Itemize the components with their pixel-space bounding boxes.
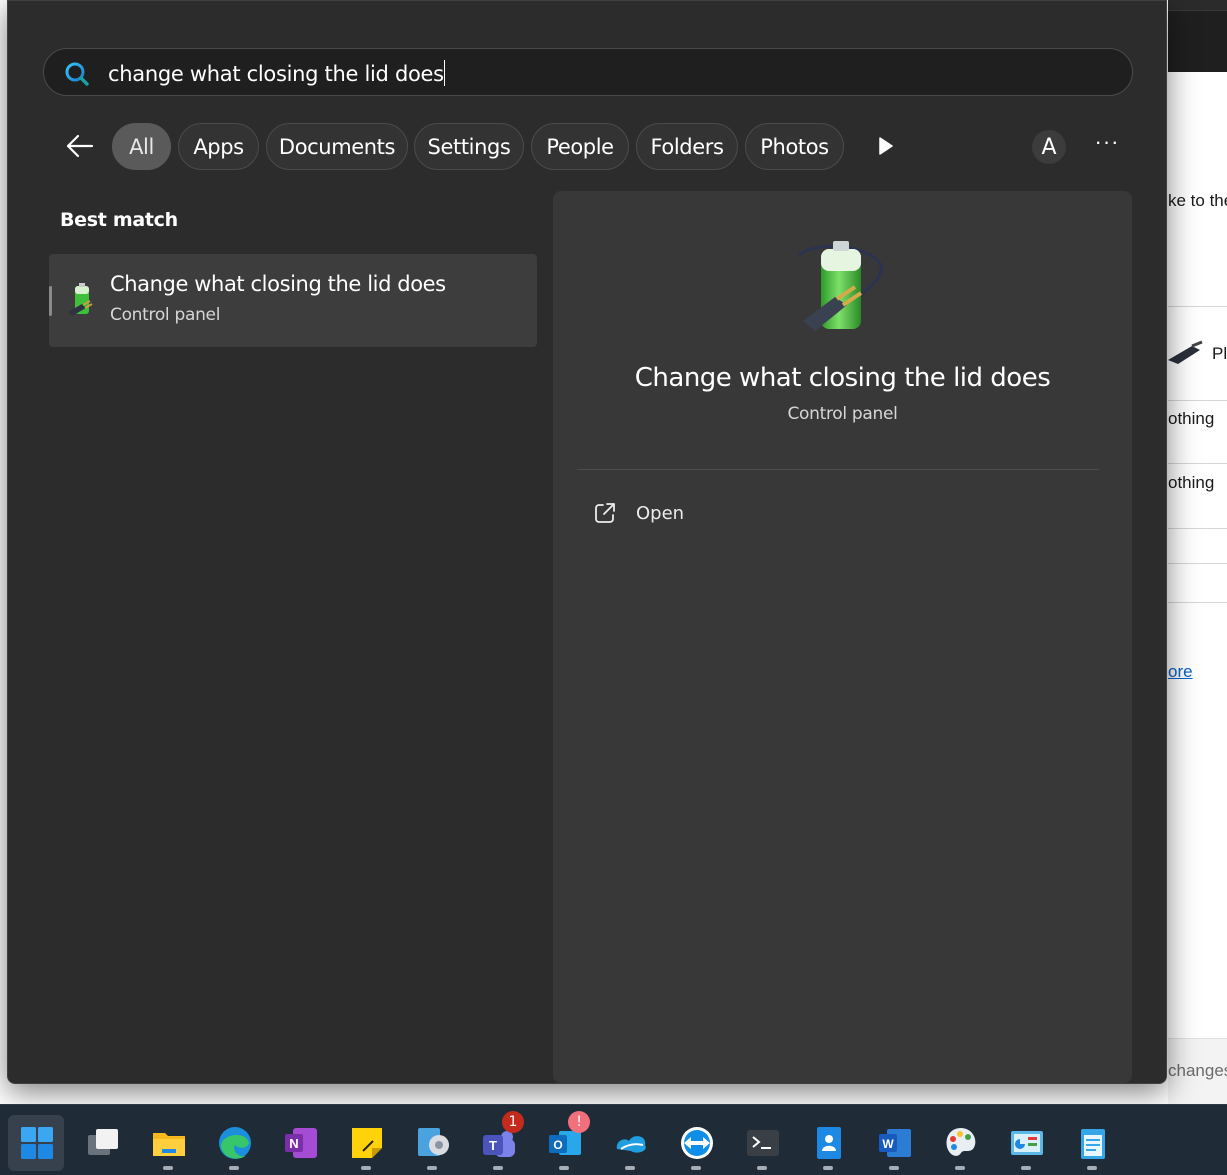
background-text: Pl xyxy=(1212,344,1227,363)
background-divider xyxy=(1168,563,1227,564)
taskbar-terminal[interactable] xyxy=(734,1115,790,1171)
taskbar-paint[interactable] xyxy=(932,1115,988,1171)
taskbar-outlook[interactable]: O ! xyxy=(536,1111,592,1171)
taskbar: N T 1 O ! W xyxy=(0,1104,1227,1175)
preview-title: Change what closing the lid does xyxy=(634,363,1051,393)
open-label: Open xyxy=(636,503,685,524)
best-match-result[interactable]: Change what closing the lid does Control… xyxy=(49,254,537,347)
outlook-alert-badge: ! xyxy=(568,1111,590,1133)
tab-people[interactable]: People xyxy=(531,123,629,170)
background-dropdown[interactable]: othing xyxy=(1168,409,1227,429)
start-button[interactable] xyxy=(8,1115,64,1171)
contacts-icon xyxy=(817,1127,841,1159)
open-button[interactable]: Open xyxy=(593,499,793,529)
teams-notification-badge: 1 xyxy=(502,1111,524,1133)
filter-bar: All Apps Documents Settings People Folde… xyxy=(8,123,1168,171)
control-panel-icon xyxy=(1011,1131,1043,1155)
tab-all[interactable]: All xyxy=(112,123,171,170)
more-filters-arrow-icon[interactable] xyxy=(874,135,896,157)
taskbar-teams[interactable]: T 1 xyxy=(470,1111,526,1171)
background-divider xyxy=(1168,306,1227,307)
taskbar-network-app[interactable] xyxy=(404,1115,460,1171)
preview-pane: Change what closing the lid does Control… xyxy=(553,191,1132,1083)
teamviewer-icon xyxy=(681,1127,713,1159)
background-divider xyxy=(1168,400,1227,401)
tab-documents[interactable]: Documents xyxy=(266,123,408,170)
edge-icon xyxy=(219,1127,251,1159)
taskbar-zscaler[interactable] xyxy=(602,1115,658,1171)
battery-plug-icon xyxy=(68,283,93,316)
background-footer: changes xyxy=(1168,1038,1227,1104)
open-external-icon xyxy=(595,503,615,523)
svg-text:N: N xyxy=(289,1136,298,1151)
background-app-titlebar xyxy=(1168,0,1227,84)
taskbar-contacts[interactable] xyxy=(800,1115,856,1171)
preview-subtitle: Control panel xyxy=(787,404,898,424)
background-divider xyxy=(1168,463,1227,464)
taskbar-edge[interactable] xyxy=(206,1115,262,1171)
background-link[interactable]: ore xyxy=(1168,662,1227,682)
account-avatar[interactable]: A xyxy=(1032,130,1066,164)
battery-plug-icon xyxy=(798,241,883,331)
windows-start-icon xyxy=(21,1127,53,1159)
search-panel: change what closing the lid does All App… xyxy=(7,0,1167,1084)
taskbar-sticky-notes[interactable] xyxy=(338,1115,394,1171)
more-options-icon[interactable]: ··· xyxy=(1092,131,1122,159)
background-divider xyxy=(1168,528,1227,529)
plug-icon xyxy=(1168,340,1203,364)
onenote-icon: N xyxy=(285,1128,317,1158)
taskbar-file-explorer[interactable] xyxy=(140,1115,196,1171)
tab-settings[interactable]: Settings xyxy=(414,123,524,170)
tab-apps[interactable]: Apps xyxy=(178,123,259,170)
terminal-icon xyxy=(747,1130,779,1156)
search-icon xyxy=(65,62,89,86)
taskbar-word[interactable]: W xyxy=(866,1115,922,1171)
background-text: ke to the xyxy=(1168,191,1227,210)
svg-text:W: W xyxy=(882,1137,894,1151)
sticky-notes-icon xyxy=(352,1128,382,1158)
result-subtitle: Control panel xyxy=(110,305,221,325)
taskbar-control-panel[interactable] xyxy=(998,1115,1054,1171)
selection-indicator xyxy=(49,286,52,316)
search-query[interactable]: change what closing the lid does xyxy=(108,60,445,86)
cloud-icon xyxy=(616,1136,646,1153)
paint-icon xyxy=(946,1128,976,1156)
tab-photos[interactable]: Photos xyxy=(745,123,844,170)
folder-icon xyxy=(153,1133,185,1156)
task-view-icon xyxy=(88,1129,118,1155)
notepad-icon xyxy=(1081,1129,1105,1159)
word-icon: W xyxy=(879,1129,911,1157)
background-dropdown[interactable]: othing xyxy=(1168,473,1227,493)
back-arrow-icon[interactable] xyxy=(62,131,98,161)
tab-folders[interactable]: Folders xyxy=(636,123,738,170)
svg-text:T: T xyxy=(489,1138,497,1153)
result-title: Change what closing the lid does xyxy=(110,272,446,296)
taskbar-teamviewer[interactable] xyxy=(668,1115,724,1171)
taskbar-notepad[interactable] xyxy=(1064,1115,1120,1171)
task-view-button[interactable] xyxy=(74,1115,130,1171)
taskbar-onenote[interactable]: N xyxy=(272,1115,328,1171)
background-divider xyxy=(1168,602,1227,603)
best-match-heading: Best match xyxy=(60,209,178,231)
search-input[interactable]: change what closing the lid does xyxy=(43,48,1133,96)
svg-text:O: O xyxy=(553,1138,562,1152)
preview-divider xyxy=(577,469,1099,470)
network-icon xyxy=(418,1128,449,1156)
